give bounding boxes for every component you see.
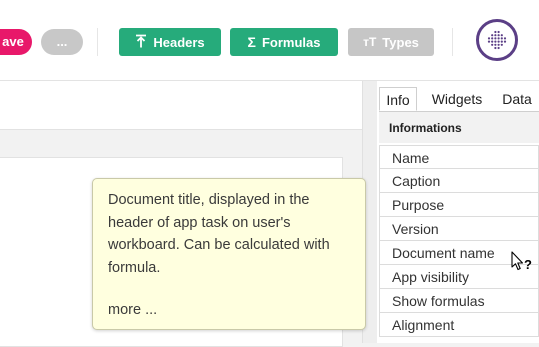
logo-dot bbox=[500, 34, 503, 37]
logo-dot bbox=[500, 37, 503, 40]
logo-dot bbox=[503, 40, 507, 43]
tab-data[interactable]: Data bbox=[496, 87, 538, 111]
formulas-label: Formulas bbox=[261, 34, 321, 50]
logo-dot bbox=[497, 46, 500, 50]
logo-dot bbox=[503, 37, 507, 40]
property-item[interactable]: Show formulas bbox=[379, 289, 539, 313]
logo-dot bbox=[497, 37, 500, 40]
logo-dot bbox=[494, 34, 497, 37]
dot-grid-logo[interactable] bbox=[476, 19, 518, 61]
logo-dot bbox=[494, 37, 497, 40]
headers-label: Headers bbox=[153, 34, 205, 50]
headers-button[interactable]: Headers bbox=[119, 28, 221, 56]
toolbar-divider bbox=[97, 28, 98, 56]
more-button[interactable]: ... bbox=[41, 29, 83, 55]
save-button[interactable]: ave bbox=[0, 29, 32, 55]
types-button: ᴛT Types bbox=[348, 28, 434, 56]
section-title: Informations bbox=[379, 111, 539, 143]
logo-dot bbox=[494, 43, 497, 46]
logo-dot bbox=[491, 43, 494, 46]
text-type-icon: ᴛT bbox=[363, 35, 377, 49]
toolbar: ave ... Headers Σ Formulas ᴛT Types bbox=[0, 0, 539, 81]
designer-header bbox=[0, 81, 362, 130]
tab-widgets[interactable]: Widgets bbox=[424, 87, 490, 111]
help-cursor-icon: ? bbox=[510, 251, 536, 277]
tooltip-text: Document title, displayed in the header … bbox=[108, 192, 330, 276]
formulas-button[interactable]: Σ Formulas bbox=[230, 28, 338, 56]
logo-dot bbox=[491, 37, 494, 40]
help-tooltip: Document title, displayed in the header … bbox=[92, 178, 366, 330]
upload-bar-icon bbox=[135, 34, 147, 50]
logo-dot bbox=[494, 30, 497, 34]
logo-dot bbox=[500, 40, 503, 43]
logo-dot bbox=[494, 40, 497, 43]
property-item[interactable]: Alignment bbox=[379, 313, 539, 337]
logo-dot bbox=[500, 43, 503, 46]
property-item[interactable]: Name bbox=[379, 145, 539, 169]
logo-dot bbox=[491, 40, 494, 43]
sigma-icon: Σ bbox=[247, 34, 256, 50]
logo-dot bbox=[497, 30, 500, 34]
logo-dot bbox=[487, 37, 491, 40]
property-list: Name Caption Purpose Version Document na… bbox=[379, 145, 539, 337]
types-label: Types bbox=[382, 34, 419, 50]
logo-dot bbox=[497, 40, 500, 43]
property-item[interactable]: Version bbox=[379, 217, 539, 241]
tooltip-more-link[interactable]: more ... bbox=[108, 299, 351, 322]
panel-tabs: Info Widgets Data bbox=[377, 87, 539, 111]
toolbar-divider bbox=[452, 28, 453, 56]
logo-dot bbox=[497, 43, 500, 46]
properties-panel: Info Widgets Data Informations Name Capt… bbox=[377, 81, 539, 343]
logo-dot bbox=[491, 34, 494, 37]
property-item[interactable]: Caption bbox=[379, 169, 539, 193]
logo-dot bbox=[497, 34, 500, 37]
tab-info[interactable]: Info bbox=[379, 87, 417, 111]
svg-text:?: ? bbox=[524, 257, 532, 272]
logo-dot bbox=[494, 46, 497, 50]
property-item[interactable]: Purpose bbox=[379, 193, 539, 217]
logo-dot bbox=[487, 40, 491, 43]
